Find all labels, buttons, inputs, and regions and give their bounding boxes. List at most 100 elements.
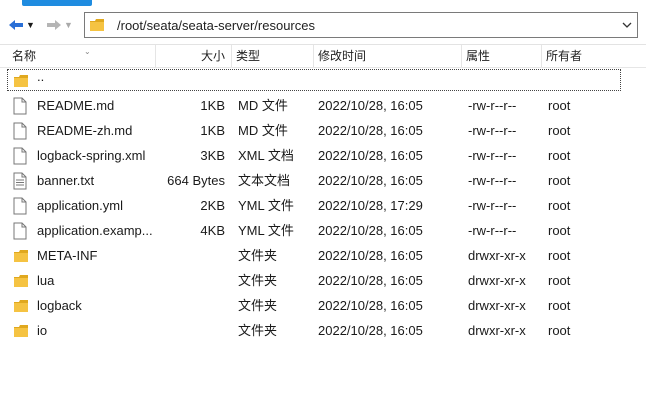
file-row[interactable]: banner.txt 664 Bytes 文本文档 2022/10/28, 16:05… — [0, 168, 646, 193]
file-type: 文件夹 — [238, 298, 278, 313]
back-arrow-icon — [9, 20, 23, 30]
navigation-bar: ▼ ▼ /root/seata/seata-server/resources — [0, 6, 646, 45]
chevron-down-icon — [622, 22, 632, 28]
file-modified: 2022/10/28, 16:05 — [318, 98, 423, 113]
file-type: MD 文件 — [238, 98, 288, 113]
forward-arrow-icon — [47, 20, 61, 30]
file-row[interactable]: README.md 1KB MD 文件 2022/10/28, 16:05 -rw-r-… — [0, 93, 646, 118]
file-type: 文件夹 — [238, 248, 278, 263]
file-icon — [13, 197, 27, 214]
file-attributes: drwxr-xr-x — [468, 273, 526, 288]
file-modified: 2022/10/28, 16:05 — [318, 248, 423, 263]
file-attributes: drwxr-xr-x — [468, 248, 526, 263]
file-size: 3KB — [200, 148, 225, 163]
file-modified: 2022/10/28, 16:05 — [318, 148, 423, 163]
file-modified: 2022/10/28, 16:05 — [318, 223, 423, 238]
file-size — [155, 318, 225, 343]
column-header: 名称 ⌄ 大小 类型 修改时间 属性 所有者 — [0, 45, 646, 68]
file-attributes: -rw-r--r-- — [468, 223, 517, 238]
file-owner: root — [548, 248, 571, 263]
file-type: 文件夹 — [238, 273, 278, 288]
file-type: YML 文件 — [238, 223, 294, 238]
file-name: application.yml — [37, 198, 123, 213]
text-file-icon — [13, 172, 27, 189]
file-name: io — [37, 323, 48, 338]
path-input[interactable]: /root/seata/seata-server/resources — [84, 12, 638, 38]
file-icon — [13, 147, 27, 164]
file-type: XML 文档 — [238, 148, 294, 163]
column-attributes[interactable]: 属性 — [462, 45, 542, 67]
file-name: application.examp... — [37, 223, 153, 238]
column-attributes-label: 属性 — [466, 49, 491, 63]
file-row[interactable]: application.yml 2KB YML 文件 2022/10/28, 17:2… — [0, 193, 646, 218]
file-owner: root — [548, 98, 571, 113]
file-name: README.md — [37, 98, 115, 113]
file-attributes: -rw-r--r-- — [468, 148, 517, 163]
file-owner: root — [548, 148, 571, 163]
folder-icon — [14, 249, 28, 262]
file-name: logback — [37, 298, 82, 313]
current-path: /root/seata/seata-server/resources — [117, 17, 315, 33]
file-icon — [13, 222, 27, 239]
file-owner: root — [548, 223, 571, 238]
column-modified[interactable]: 修改时间 — [314, 45, 462, 67]
file-modified: 2022/10/28, 16:05 — [318, 323, 423, 338]
file-attributes: -rw-r--r-- — [468, 198, 517, 213]
parent-directory-row[interactable]: .. — [0, 68, 646, 93]
column-size-label: 大小 — [200, 49, 225, 63]
file-size: 664 Bytes — [167, 173, 225, 188]
folder-icon — [14, 299, 28, 312]
file-modified: 2022/10/28, 16:05 — [318, 273, 423, 288]
file-row[interactable]: logback-spring.xml 3KB XML 文档 2022/10/28, 1… — [0, 143, 646, 168]
column-modified-label: 修改时间 — [318, 49, 367, 63]
sort-indicator-icon: ⌄ — [84, 47, 91, 56]
file-modified: 2022/10/28, 16:05 — [318, 123, 423, 138]
chevron-down-icon: ▼ — [64, 20, 73, 30]
folder-icon — [14, 74, 28, 87]
file-name: lua — [37, 273, 55, 288]
file-size — [155, 268, 225, 293]
file-modified: 2022/10/28, 16:05 — [318, 173, 423, 188]
file-row[interactable]: application.examp... 4KB YML 文件 2022/10/28,… — [0, 218, 646, 243]
file-owner: root — [548, 198, 571, 213]
file-attributes: -rw-r--r-- — [468, 98, 517, 113]
file-row[interactable]: META-INF 文件夹 2022/10/28, 16:05 drwxr-xr-x ro… — [0, 243, 646, 268]
column-owner[interactable]: 所有者 — [542, 45, 638, 67]
folder-icon — [14, 324, 28, 337]
file-size: 2KB — [200, 198, 225, 213]
chevron-down-icon: ▼ — [26, 20, 35, 30]
file-attributes: -rw-r--r-- — [468, 173, 517, 188]
file-size: 1KB — [200, 98, 225, 113]
file-row[interactable]: logback 文件夹 2022/10/28, 16:05 drwxr-xr-x roo… — [0, 293, 646, 318]
file-type: 文本文档 — [238, 173, 291, 188]
file-owner: root — [548, 298, 571, 313]
column-name[interactable]: 名称 ⌄ — [8, 45, 156, 67]
file-owner: root — [548, 323, 571, 338]
file-type: 文件夹 — [238, 323, 278, 338]
file-modified: 2022/10/28, 17:29 — [318, 198, 423, 213]
file-list: .. README.md 1KB MD 文件 2022/10/28, 16:05 -rw… — [0, 68, 646, 343]
file-name: logback-spring.xml — [37, 148, 146, 163]
file-row[interactable]: lua 文件夹 2022/10/28, 16:05 drwxr-xr-x root — [0, 268, 646, 293]
file-icon — [13, 122, 27, 139]
column-name-label: 名称 — [12, 49, 37, 63]
file-attributes: -rw-r--r-- — [468, 123, 517, 138]
file-owner: root — [548, 123, 571, 138]
column-size[interactable]: 大小 — [156, 45, 232, 67]
back-button[interactable]: ▼ — [8, 16, 35, 34]
file-owner: root — [548, 273, 571, 288]
file-size — [155, 243, 225, 268]
file-row[interactable]: io 文件夹 2022/10/28, 16:05 drwxr-xr-x root — [0, 318, 646, 343]
path-dropdown-button[interactable] — [617, 22, 637, 28]
file-row[interactable]: README-zh.md 1KB MD 文件 2022/10/28, 16:05 -rw… — [0, 118, 646, 143]
column-type[interactable]: 类型 — [232, 45, 314, 67]
file-type: YML 文件 — [238, 198, 294, 213]
file-size: 4KB — [200, 223, 225, 238]
file-name: .. — [37, 69, 45, 84]
column-owner-label: 所有者 — [546, 49, 583, 63]
folder-icon — [90, 19, 104, 31]
forward-button[interactable]: ▼ — [46, 16, 73, 34]
file-owner: root — [548, 173, 571, 188]
file-attributes: drwxr-xr-x — [468, 298, 526, 313]
file-size — [155, 293, 225, 318]
